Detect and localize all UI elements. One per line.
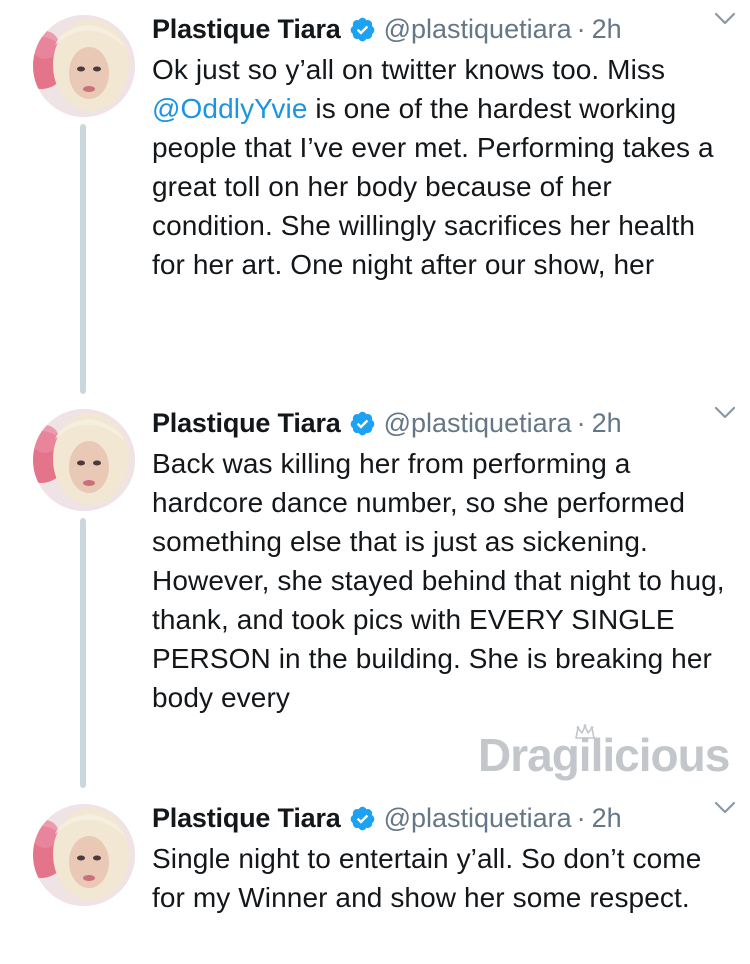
tweet[interactable]: Plastique Tiara @plastiquetiara · 2h Sin… [0, 789, 750, 964]
avatar[interactable] [33, 804, 135, 906]
tweet-header: Plastique Tiara @plastiquetiara · 2h [152, 797, 732, 839]
watermark-logo: Dragilicious [478, 724, 730, 790]
user-handle[interactable]: @plastiquetiara [384, 408, 572, 439]
tweet-text: Single night to entertain y’all. So don’… [152, 843, 702, 913]
tweet-header: Plastique Tiara @plastiquetiara · 2h [152, 402, 732, 444]
tweet-text-segment: Ok just so y’all on twitter knows too. M… [152, 54, 666, 85]
display-name[interactable]: Plastique Tiara [152, 14, 341, 45]
timestamp[interactable]: 2h [592, 408, 622, 439]
verified-badge-icon [349, 805, 376, 832]
timestamp[interactable]: 2h [592, 803, 622, 834]
avatar[interactable] [33, 409, 135, 511]
tweet-text: Ok just so y’all on twitter knows too. M… [152, 50, 732, 284]
tweet-content: Plastique Tiara @plastiquetiara · 2h Bac… [152, 402, 732, 717]
separator-dot: · [576, 407, 586, 438]
tweet-header: Plastique Tiara @plastiquetiara · 2h [152, 8, 732, 50]
chevron-down-icon[interactable] [714, 12, 736, 26]
tweet[interactable]: Plastique Tiara @plastiquetiara · 2h Ok … [0, 0, 750, 390]
chevron-down-icon[interactable] [714, 406, 736, 420]
user-handle[interactable]: @plastiquetiara [384, 14, 572, 45]
display-name[interactable]: Plastique Tiara [152, 408, 341, 439]
timestamp[interactable]: 2h [592, 14, 622, 45]
tweet-text: Back was killing her from performing a h… [152, 448, 725, 713]
tweet-content: Plastique Tiara @plastiquetiara · 2h Sin… [152, 797, 732, 917]
watermark-text: Dragilicious [478, 729, 730, 781]
verified-badge-icon [349, 410, 376, 437]
separator-dot: · [576, 802, 586, 833]
chevron-down-icon[interactable] [714, 801, 736, 815]
avatar[interactable] [33, 15, 135, 117]
verified-badge-icon [349, 16, 376, 43]
user-handle[interactable]: @plastiquetiara [384, 803, 572, 834]
mention-link[interactable]: @OddlyYvie [152, 93, 308, 124]
tweet-content: Plastique Tiara @plastiquetiara · 2h Ok … [152, 8, 732, 284]
tweet-thread: Plastique Tiara @plastiquetiara · 2h Ok … [0, 0, 750, 964]
display-name[interactable]: Plastique Tiara [152, 803, 341, 834]
separator-dot: · [576, 13, 586, 44]
